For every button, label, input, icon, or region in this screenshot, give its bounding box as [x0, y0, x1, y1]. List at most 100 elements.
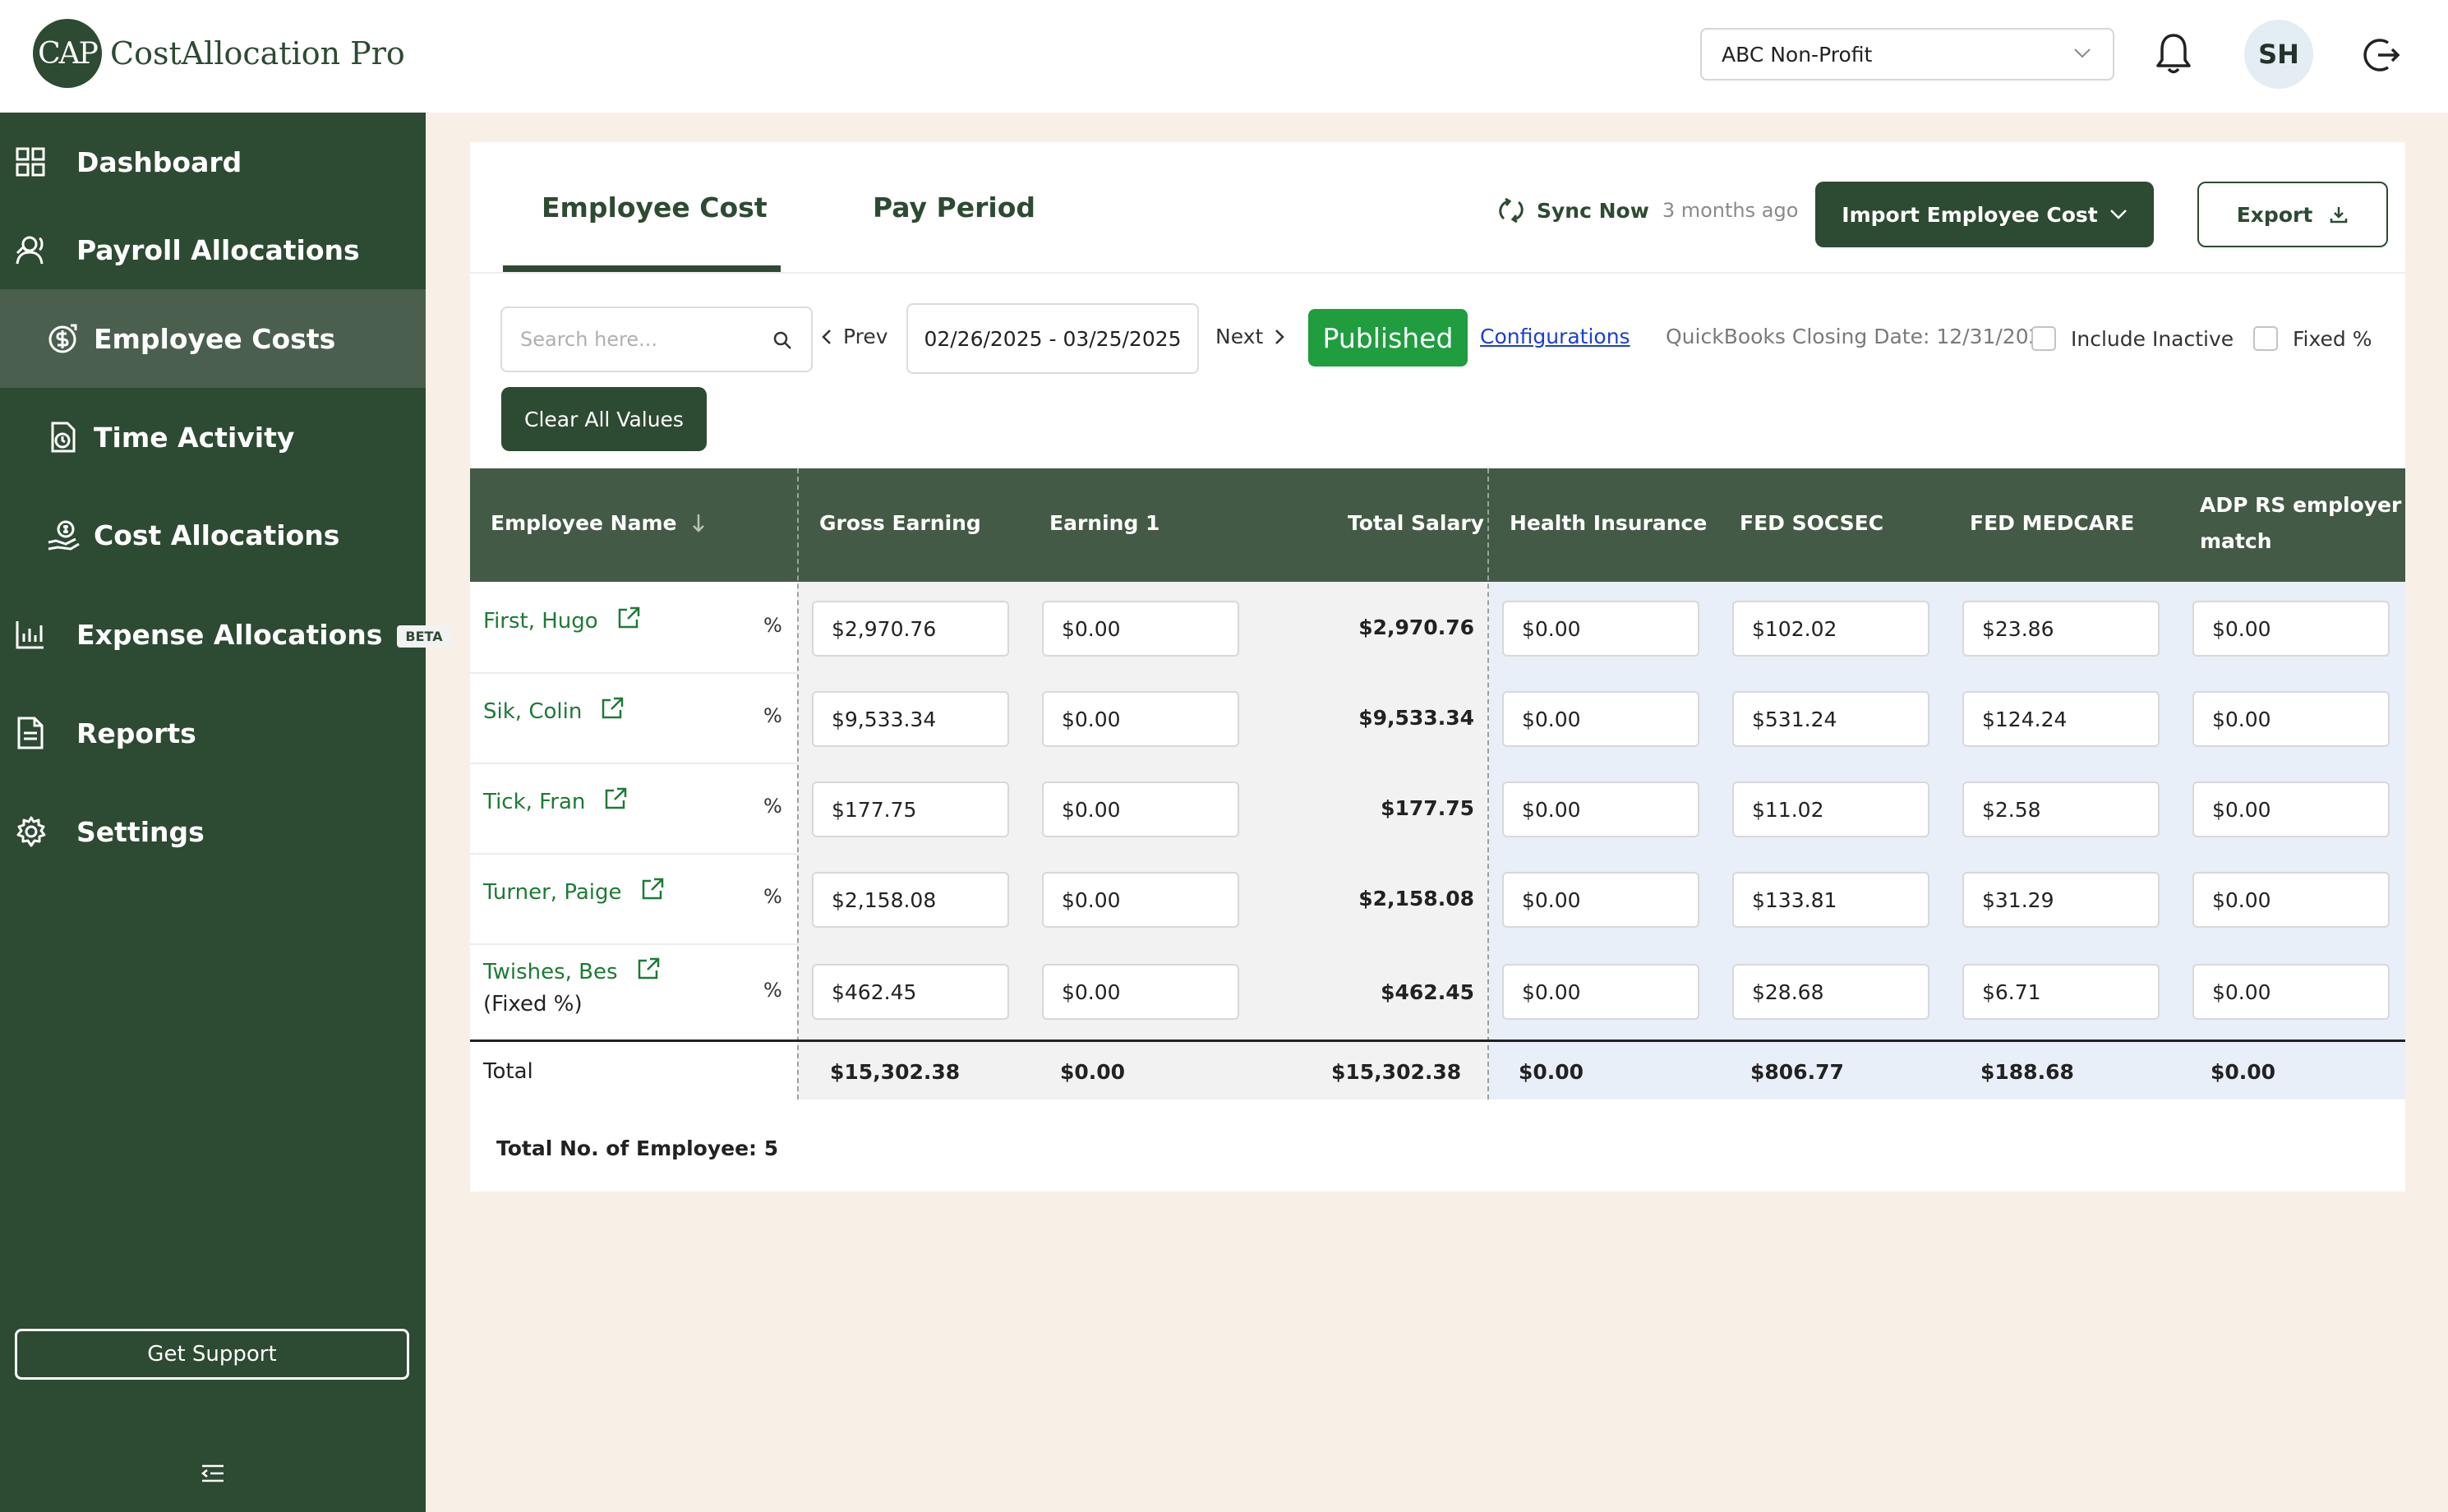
sidebar-item-label: Payroll Allocations — [76, 233, 360, 266]
tab-employee-cost[interactable]: Employee Cost — [542, 191, 768, 224]
sidebar-item-payroll-allocations[interactable]: Payroll Allocations — [0, 209, 426, 291]
earning1-input[interactable]: $0.00 — [1042, 964, 1239, 1020]
column-header-earning-1: Earning 1 — [1049, 511, 1160, 535]
external-link-icon[interactable] — [603, 786, 628, 811]
gross-earning-input[interactable]: $2,970.76 — [812, 601, 1009, 657]
external-link-icon[interactable] — [636, 957, 661, 981]
beta-badge: BETA — [397, 625, 451, 648]
adp-rs-input[interactable]: $0.00 — [2192, 964, 2390, 1020]
employee-name: Twishes, Bes — [483, 960, 618, 984]
total-salary-value: $9,533.34 — [1358, 706, 1474, 730]
percent-toggle[interactable]: % — [763, 979, 782, 1002]
table-header: Employee Name Gross Earning Earning 1 To… — [470, 468, 2405, 582]
health-insurance-input[interactable]: $0.00 — [1502, 601, 1699, 657]
chevron-down-icon — [2109, 209, 2128, 220]
get-support-button[interactable]: Get Support — [15, 1329, 409, 1380]
employee-link[interactable]: First, Hugo — [483, 606, 641, 634]
fed-medcare-input[interactable]: $124.24 — [1962, 691, 2160, 747]
column-header-label: Employee Name — [491, 511, 677, 535]
top-header: CAP CostAllocation Pro ABC Non-Profit SH — [0, 0, 2448, 113]
fixed-percent-checkbox[interactable]: Fixed % — [2253, 326, 2372, 351]
fed-socsec-input[interactable]: $28.68 — [1732, 964, 1929, 1020]
fed-medcare-input[interactable]: $6.71 — [1962, 964, 2160, 1020]
search-box[interactable] — [500, 307, 813, 372]
fed-socsec-input[interactable]: $133.81 — [1732, 872, 1929, 928]
health-insurance-input[interactable]: $0.00 — [1502, 691, 1699, 747]
employee-link[interactable]: Twishes, Bes — [483, 957, 661, 984]
employee-link[interactable]: Tick, Fran — [483, 787, 628, 814]
total-salary-value: $462.45 — [1381, 980, 1474, 1004]
bell-icon[interactable] — [2155, 31, 2192, 76]
sidebar-item-expense-allocations[interactable]: Expense Allocations BETA — [0, 593, 451, 675]
fed-socsec-input[interactable]: $11.02 — [1732, 781, 1929, 837]
earning1-input[interactable]: $0.00 — [1042, 691, 1239, 747]
clock-file-icon — [46, 420, 79, 454]
health-insurance-input[interactable]: $0.00 — [1502, 781, 1699, 837]
health-insurance-input[interactable]: $0.00 — [1502, 872, 1699, 928]
sidebar-item-reports[interactable]: Reports — [0, 692, 426, 774]
adp-rs-input[interactable]: $0.00 — [2192, 601, 2390, 657]
sidebar-item-label: Expense Allocations BETA — [76, 619, 451, 651]
checkbox-box[interactable] — [2253, 326, 2278, 351]
search-icon[interactable] — [772, 330, 793, 351]
employee-link[interactable]: Turner, Paige — [483, 877, 665, 905]
adp-rs-input[interactable]: $0.00 — [2192, 691, 2390, 747]
external-link-icon[interactable] — [640, 877, 665, 901]
sidebar-item-dashboard[interactable]: Dashboard — [0, 121, 426, 203]
column-header-adp-rs-line2: match — [2200, 529, 2272, 553]
money-hand-icon — [46, 518, 81, 552]
logout-icon[interactable] — [2363, 36, 2401, 74]
sidebar-item-settings[interactable]: Settings — [0, 791, 426, 873]
next-period-button[interactable]: Next — [1215, 325, 1285, 348]
sync-now-button[interactable]: Sync Now 3 months ago — [1497, 196, 1798, 224]
adp-rs-input[interactable]: $0.00 — [2192, 872, 2390, 928]
checkbox-box[interactable] — [2031, 326, 2056, 351]
include-inactive-checkbox[interactable]: Include Inactive — [2031, 326, 2234, 351]
collapse-sidebar-icon[interactable] — [201, 1464, 225, 1483]
gross-earning-input[interactable]: $9,533.34 — [812, 691, 1009, 747]
sort-down-icon[interactable] — [691, 513, 706, 534]
earning1-input[interactable]: $0.00 — [1042, 872, 1239, 928]
percent-toggle[interactable]: % — [763, 614, 782, 637]
tab-pay-period[interactable]: Pay Period — [873, 191, 1035, 224]
adp-rs-input[interactable]: $0.00 — [2192, 781, 2390, 837]
date-range-picker[interactable]: 02/26/2025 - 03/25/2025 — [906, 303, 1199, 374]
import-employee-cost-button[interactable]: Import Employee Cost — [1815, 182, 2154, 247]
search-input[interactable] — [502, 308, 749, 371]
fed-medcare-input[interactable]: $23.86 — [1962, 601, 2160, 657]
employee-name: Sik, Colin — [483, 699, 583, 724]
chevron-up-icon[interactable] — [15, 244, 31, 256]
external-link-icon[interactable] — [600, 696, 625, 721]
sidebar-item-label: Time Activity — [94, 421, 295, 454]
sidebar-item-cost-allocations[interactable]: Cost Allocations — [0, 494, 426, 576]
organization-select-value: ABC Non-Profit — [1722, 42, 1873, 67]
prev-period-button[interactable]: Prev — [822, 325, 888, 348]
fed-medcare-input[interactable]: $31.29 — [1962, 872, 2160, 928]
export-button[interactable]: Export — [2197, 182, 2388, 247]
logo-text: CostAllocation Pro — [110, 35, 405, 71]
external-link-icon[interactable] — [616, 606, 641, 630]
configurations-link[interactable]: Configurations — [1480, 325, 1630, 348]
gross-earning-input[interactable]: $2,158.08 — [812, 872, 1009, 928]
fed-socsec-input[interactable]: $531.24 — [1732, 691, 1929, 747]
user-avatar[interactable]: SH — [2244, 20, 2313, 89]
percent-toggle[interactable]: % — [763, 704, 782, 727]
clear-all-values-button[interactable]: Clear All Values — [501, 387, 707, 451]
fed-socsec-input[interactable]: $102.02 — [1732, 601, 1929, 657]
health-insurance-input[interactable]: $0.00 — [1502, 964, 1699, 1020]
organization-select[interactable]: ABC Non-Profit — [1700, 28, 2114, 81]
app-logo[interactable]: CAP CostAllocation Pro — [33, 19, 405, 88]
employee-link[interactable]: Sik, Colin — [483, 696, 625, 724]
gross-earning-input[interactable]: $177.75 — [812, 781, 1009, 837]
fed-medcare-input[interactable]: $2.58 — [1962, 781, 2160, 837]
sidebar-item-employee-costs[interactable]: Employee Costs — [0, 289, 426, 388]
column-header-employee-name[interactable]: Employee Name — [491, 511, 706, 535]
earning1-input[interactable]: $0.00 — [1042, 781, 1239, 837]
sidebar-item-label: Employee Costs — [94, 322, 336, 355]
sidebar-item-time-activity[interactable]: Time Activity — [0, 396, 426, 478]
percent-toggle[interactable]: % — [763, 885, 782, 908]
earning1-input[interactable]: $0.00 — [1042, 601, 1239, 657]
percent-toggle[interactable]: % — [763, 795, 782, 818]
bar-chart-icon — [15, 619, 46, 650]
gross-earning-input[interactable]: $462.45 — [812, 964, 1009, 1020]
